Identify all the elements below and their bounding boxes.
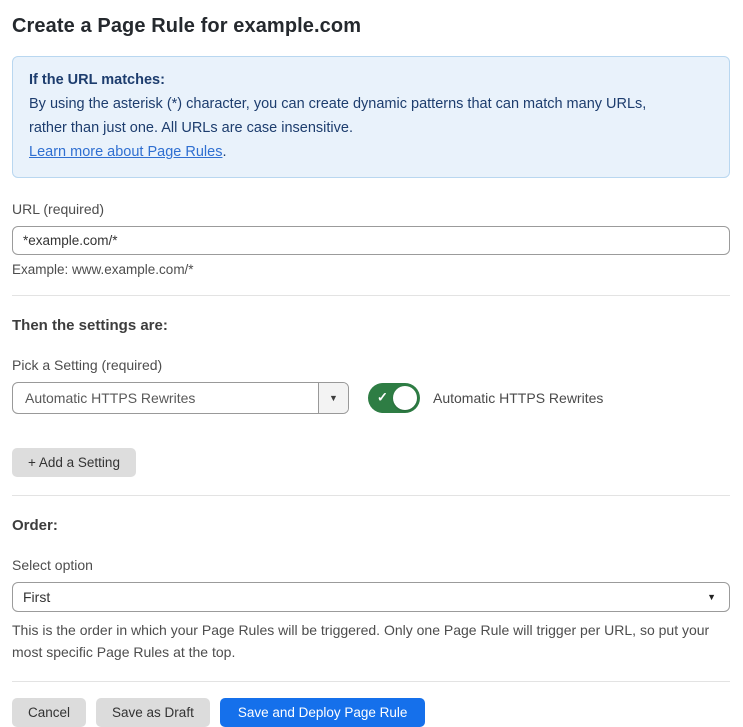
divider: [12, 681, 730, 682]
callout-body-line2: rather than just one. All URLs are case …: [29, 120, 353, 136]
setting-toggle-label: Automatic HTTPS Rewrites: [433, 390, 604, 406]
url-input[interactable]: [12, 226, 730, 255]
divider: [12, 295, 730, 296]
callout-heading: If the URL matches:: [29, 72, 165, 88]
order-select-value: First: [23, 589, 51, 605]
setting-dropdown[interactable]: Automatic HTTPS Rewrites ▼: [12, 382, 349, 414]
order-section-heading: Order:: [12, 517, 58, 534]
setting-row: Automatic HTTPS Rewrites ▼ ✓ Automatic H…: [12, 382, 730, 414]
url-matches-callout: If the URL matches: By using the asteris…: [12, 56, 730, 178]
toggle-knob: [393, 386, 417, 410]
setting-dropdown-value[interactable]: Automatic HTTPS Rewrites: [13, 383, 318, 413]
add-setting-button[interactable]: + Add a Setting: [12, 448, 136, 477]
url-field-helper: Example: www.example.com/*: [12, 262, 194, 277]
save-deploy-button[interactable]: Save and Deploy Page Rule: [219, 698, 426, 727]
learn-more-link[interactable]: Learn more about Page Rules: [29, 144, 222, 160]
create-page-rule-panel: Create a Page Rule for example.com If th…: [0, 0, 743, 727]
footer-actions: Cancel Save as Draft Save and Deploy Pag…: [12, 698, 730, 727]
check-icon: ✓: [377, 389, 388, 405]
divider: [12, 495, 730, 496]
order-helper-text: This is the order in which your Page Rul…: [12, 622, 710, 660]
callout-link-row: Learn more about Page Rules.: [29, 140, 713, 164]
cancel-button[interactable]: Cancel: [12, 698, 87, 727]
page-title: Create a Page Rule for example.com: [12, 15, 362, 37]
setting-dropdown-arrow-button[interactable]: ▼: [318, 383, 348, 413]
chevron-down-icon: ▼: [329, 393, 338, 403]
order-select[interactable]: First ▼: [12, 582, 730, 612]
save-draft-button[interactable]: Save as Draft: [96, 698, 210, 727]
setting-toggle[interactable]: ✓: [368, 383, 420, 413]
pick-setting-label: Pick a Setting (required): [12, 357, 163, 373]
link-suffix: .: [222, 144, 227, 160]
callout-body-line1: By using the asterisk (*) character, you…: [29, 96, 647, 112]
url-field-label: URL (required): [12, 201, 105, 217]
settings-section-heading: Then the settings are:: [12, 317, 168, 334]
chevron-down-icon: ▼: [707, 592, 716, 602]
order-select-label: Select option: [12, 557, 93, 573]
